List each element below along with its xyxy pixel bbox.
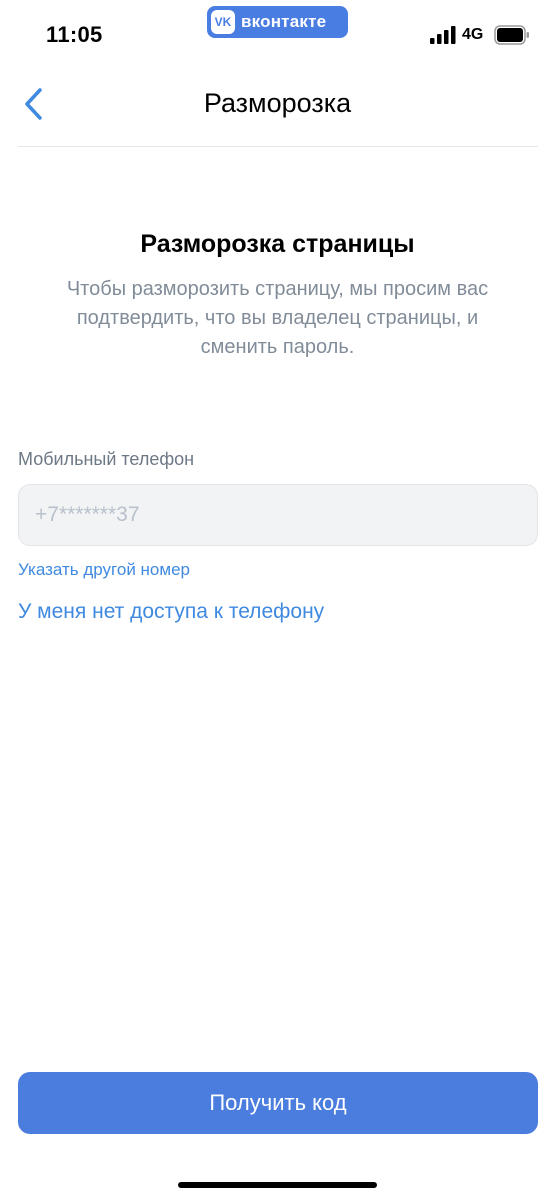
section-heading: Разморозка страницы	[140, 230, 415, 258]
home-indicator	[178, 1182, 377, 1188]
alt-number-link[interactable]: Указать другой номер	[18, 560, 190, 580]
nav-bar: Разморозка	[0, 70, 555, 146]
phone-field-label: Мобильный телефон	[18, 449, 195, 469]
vk-logo-icon: VK	[211, 10, 235, 34]
network-type: 4G	[462, 26, 484, 43]
phone-input[interactable]	[18, 484, 538, 546]
battery-icon	[494, 25, 529, 45]
status-time: 11:05	[46, 22, 103, 47]
status-bar: 11:05 VK вконтакте 4G	[0, 0, 555, 70]
page-title: Разморозка	[203, 88, 352, 118]
section-description: Чтобы разморозить страницу, мы просим ва…	[66, 278, 489, 358]
vk-badge-label: вконтакте	[241, 12, 327, 31]
nav-divider	[18, 146, 538, 147]
signal-icon	[430, 26, 456, 44]
get-code-button[interactable]: Получить код	[18, 1072, 538, 1134]
vk-logo-text: VK	[214, 15, 232, 29]
no-phone-access-link[interactable]: У меня нет доступа к телефону	[18, 600, 324, 624]
vk-app-badge[interactable]: VK вконтакте	[207, 6, 348, 38]
